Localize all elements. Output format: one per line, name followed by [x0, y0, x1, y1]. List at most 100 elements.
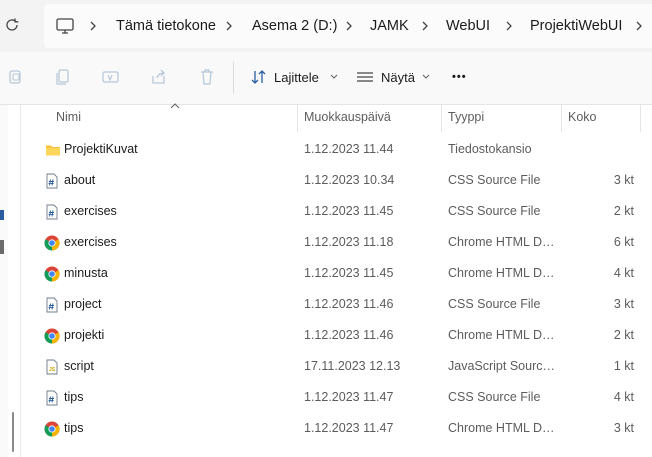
sort-icon — [251, 70, 266, 84]
chrome-icon — [44, 421, 60, 437]
file-name: exercises — [64, 204, 117, 218]
copy-icon[interactable] — [52, 66, 74, 88]
file-modified: 1.12.2023 11.45 — [304, 266, 394, 280]
column-divider[interactable] — [640, 105, 641, 132]
css-file-icon — [44, 390, 60, 406]
file-row[interactable]: ProjektiKuvat 1.12.2023 11.44 Tiedostokans… — [36, 134, 640, 165]
column-header-modified[interactable]: Muokkauspäivä — [304, 105, 391, 132]
file-modified: 1.12.2023 11.46 — [304, 297, 394, 311]
js-file-icon: JS — [44, 359, 60, 375]
file-type: Chrome HTML Document — [448, 235, 556, 249]
refresh-icon[interactable] — [2, 15, 22, 35]
file-row[interactable]: tips 1.12.2023 11.47 CSS Source File 4 kt — [36, 382, 640, 413]
cut-icon[interactable] — [4, 66, 26, 88]
file-modified: 1.12.2023 11.44 — [304, 142, 394, 156]
chrome-icon — [44, 328, 60, 344]
file-name: projekti — [64, 328, 105, 342]
column-divider[interactable] — [561, 105, 562, 132]
file-size: 4 kt — [613, 390, 634, 404]
file-modified: 1.12.2023 11.46 — [304, 328, 394, 342]
chevron-right-icon[interactable] — [420, 21, 430, 31]
file-name: ProjektiKuvat — [64, 142, 138, 156]
chevron-right-icon[interactable] — [224, 21, 234, 31]
file-modified: 1.12.2023 10.34 — [304, 173, 395, 187]
view-list-icon — [357, 72, 373, 82]
file-row[interactable]: projekti 1.12.2023 11.46 Chrome HTML Docum… — [36, 320, 640, 351]
chevron-right-icon[interactable] — [634, 21, 644, 31]
breadcrumb[interactable]: Tämä tietokone Asema 2 (D:) JAMK WebUI P… — [44, 4, 652, 48]
file-name: tips — [64, 421, 84, 435]
file-name: script — [64, 359, 94, 373]
file-row[interactable]: project 1.12.2023 11.46 CSS Source File 3 k… — [36, 289, 640, 320]
file-size: 1 kt — [613, 359, 634, 373]
file-size: 3 kt — [613, 421, 634, 435]
view-label: Näytä — [381, 69, 415, 85]
chevron-right-icon[interactable] — [88, 21, 98, 31]
file-type: CSS Source File — [448, 204, 541, 218]
file-size: 3 kt — [613, 297, 634, 311]
delete-icon[interactable] — [196, 66, 218, 88]
command-bar: Lajittele Näytä ••• — [0, 52, 652, 105]
file-row[interactable]: JS script 17.11.2023 12.13 JavaScript Sourc… — [36, 351, 640, 382]
file-row[interactable]: minusta 1.12.2023 11.45 Chrome HTML Docume… — [36, 258, 640, 289]
share-icon[interactable] — [148, 66, 170, 88]
file-row[interactable]: exercises 1.12.2023 11.18 Chrome HTML Docu… — [36, 227, 640, 258]
breadcrumb-item[interactable]: WebUI — [446, 17, 490, 35]
css-file-icon — [44, 297, 60, 313]
rename-icon[interactable] — [100, 66, 122, 88]
file-size: 2 kt — [613, 328, 634, 342]
file-modified: 1.12.2023 11.47 — [304, 421, 394, 435]
file-name: exercises — [64, 235, 117, 249]
chrome-icon — [44, 235, 60, 251]
chevron-right-icon[interactable] — [344, 21, 354, 31]
sort-label: Lajittele — [274, 69, 319, 85]
file-modified: 17.11.2023 12.13 — [304, 359, 401, 373]
file-type: CSS Source File — [448, 173, 541, 187]
nav-scrollbar[interactable] — [12, 412, 14, 452]
toolbar-separator — [233, 62, 234, 94]
file-modified: 1.12.2023 11.47 — [304, 390, 394, 404]
view-button[interactable]: Näytä — [356, 66, 431, 88]
file-modified: 1.12.2023 11.45 — [304, 204, 394, 218]
svg-text:JS: JS — [49, 367, 56, 373]
folder-icon — [44, 142, 60, 158]
file-type: Chrome HTML Document — [448, 421, 556, 435]
nav-item-fragment[interactable] — [0, 240, 4, 254]
breadcrumb-item[interactable]: Asema 2 (D:) — [252, 17, 337, 35]
breadcrumb-item[interactable]: Tämä tietokone — [116, 17, 216, 35]
file-size: 4 kt — [613, 266, 634, 280]
chevron-down-icon — [330, 74, 338, 79]
file-type: Chrome HTML Document — [448, 266, 556, 280]
file-row[interactable]: about 1.12.2023 10.34 CSS Source File 3 kt — [36, 165, 640, 196]
column-header-size[interactable]: Koko — [568, 105, 597, 132]
file-size: 6 kt — [613, 235, 634, 249]
chevron-right-icon[interactable] — [504, 21, 514, 31]
file-type: CSS Source File — [448, 297, 541, 311]
pane-divider[interactable] — [20, 105, 21, 457]
column-header-type[interactable]: Tyyppi — [448, 105, 484, 132]
breadcrumb-item[interactable]: JAMK — [370, 17, 409, 35]
column-divider[interactable] — [297, 105, 298, 132]
file-type: Chrome HTML Document — [448, 328, 556, 342]
file-name: about — [64, 173, 96, 187]
sort-ascending-icon — [170, 103, 180, 109]
file-row[interactable]: tips 1.12.2023 11.47 Chrome HTML Document 3… — [36, 413, 640, 444]
chevron-down-icon — [422, 74, 430, 79]
file-size: 3 kt — [613, 173, 634, 187]
chrome-icon — [44, 266, 60, 282]
file-row[interactable]: exercises 1.12.2023 11.45 CSS Source File 2… — [36, 196, 640, 227]
breadcrumb-item[interactable]: ProjektiWebUI — [530, 17, 622, 35]
file-type: JavaScript Source File — [448, 359, 556, 373]
file-type: Tiedostokansio — [448, 142, 532, 156]
address-row: Tämä tietokone Asema 2 (D:) JAMK WebUI P… — [0, 0, 652, 52]
computer-icon — [56, 18, 74, 34]
sort-button[interactable]: Lajittele — [250, 66, 339, 88]
css-file-icon — [44, 204, 60, 220]
nav-item-fragment[interactable] — [0, 210, 4, 220]
column-divider[interactable] — [441, 105, 442, 132]
file-name: tips — [64, 390, 84, 404]
more-options-button[interactable]: ••• — [452, 66, 467, 88]
css-file-icon — [44, 173, 60, 189]
column-header-name[interactable]: Nimi — [56, 105, 81, 132]
navigation-pane — [0, 105, 8, 457]
